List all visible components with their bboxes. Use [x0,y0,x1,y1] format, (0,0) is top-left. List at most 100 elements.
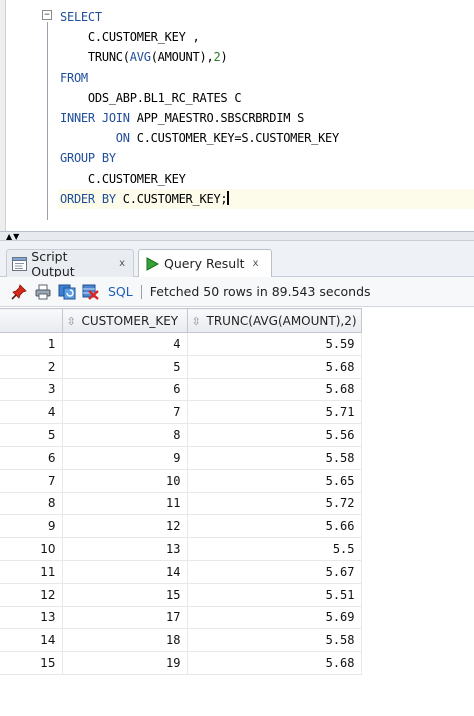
refresh-icon[interactable] [58,283,76,301]
row-number-cell[interactable]: 2 [0,355,63,379]
customer-key-cell[interactable]: 11 [62,492,188,516]
row-number-cell[interactable]: 12 [0,583,63,607]
code-line[interactable]: GROUP BY [58,148,474,168]
row-number-cell[interactable]: 15 [0,651,63,675]
tab-script-output[interactable]: Script Output x [6,248,134,279]
table-row[interactable]: 11 14 5.67 [0,560,362,584]
customer-key-cell[interactable]: 10 [62,469,188,493]
code-line[interactable]: C.CUSTOMER_KEY , [58,27,474,47]
table-row[interactable]: 13 17 5.69 [0,606,362,630]
pane-splitter[interactable]: ▲▼ [0,231,474,241]
code-line[interactable]: FROM [58,68,474,88]
fetch-status: Fetched 50 rows in 89.543 seconds [149,284,371,299]
code-token: AVG [129,50,151,65]
tab-query-result[interactable]: Query Result x [138,249,272,277]
trunc-avg-cell[interactable]: 5.58 [187,628,362,653]
table-row[interactable]: 10 13 5.5 [0,537,362,561]
column-header-customer-key[interactable]: ⇳ CUSTOMER_KEY [61,308,188,333]
trunc-avg-cell[interactable]: 5.5 [187,537,362,561]
code-line[interactable]: C.CUSTOMER_KEY [58,169,474,189]
close-icon[interactable]: x [253,258,259,269]
trunc-avg-cell[interactable]: 5.68 [187,378,362,402]
trunc-avg-cell[interactable]: 5.67 [187,560,362,584]
trunc-avg-cell[interactable]: 5.72 [187,492,362,516]
row-number-cell[interactable]: 13 [0,606,63,630]
row-number-cell[interactable]: 4 [0,400,63,425]
code-line[interactable]: INNER JOIN APP_MAESTRO.SBSCRBRDIM S [58,108,474,128]
delete-icon[interactable] [82,283,100,301]
trunc-avg-cell[interactable]: 5.71 [187,400,362,425]
customer-key-cell[interactable]: 15 [62,583,188,607]
code-line[interactable]: ON C.CUSTOMER_KEY=S.CUSTOMER_KEY [58,128,474,148]
table-row[interactable]: 9 12 5.66 [0,514,362,539]
result-toolbar: SQL Fetched 50 rows in 89.543 seconds [0,277,474,307]
customer-key-cell[interactable]: 7 [62,400,188,425]
trunc-avg-cell[interactable]: 5.56 [187,423,362,447]
result-tab-bar: Script Output x Query Result x [0,241,474,279]
row-number-cell[interactable]: 3 [0,378,63,402]
text-caret [227,190,230,205]
row-number-cell[interactable]: 9 [0,514,63,539]
code-line[interactable]: ODS_ABP.BL1_RC_RATES C [58,88,474,108]
table-row[interactable]: 8 11 5.72 [0,492,362,516]
customer-key-cell[interactable]: 8 [62,423,188,447]
trunc-avg-cell[interactable]: 5.66 [187,514,362,539]
trunc-avg-cell[interactable]: 5.51 [187,583,362,607]
table-row[interactable]: 2 5 5.68 [0,355,362,379]
table-row[interactable]: 14 18 5.58 [0,628,362,653]
toolbar-divider [140,284,142,299]
table-header-row: ⇳ CUSTOMER_KEY ⇳ TRUNC(AVG(AMOUNT),2) [0,308,362,333]
customer-key-cell[interactable]: 19 [62,651,188,675]
row-number-cell[interactable]: 14 [0,628,63,653]
table-row[interactable]: 4 7 5.71 [0,400,362,425]
table-row[interactable]: 12 15 5.51 [0,583,362,607]
splitter-arrows-icon[interactable]: ▲▼ [6,232,20,241]
table-row[interactable]: 6 9 5.58 [0,446,362,470]
query-result-grid[interactable]: ⇳ CUSTOMER_KEY ⇳ TRUNC(AVG(AMOUNT),2) 1 4 5.… [0,308,474,716]
row-number-cell[interactable]: 7 [0,469,63,493]
pin-icon[interactable] [10,283,28,301]
trunc-avg-cell[interactable]: 5.59 [187,332,362,356]
table-row[interactable]: 3 6 5.68 [0,378,362,402]
table-row[interactable]: 7 10 5.65 [0,469,362,493]
script-output-icon [12,256,28,272]
customer-key-cell[interactable]: 12 [62,514,188,539]
trunc-avg-cell[interactable]: 5.58 [187,446,362,470]
table-row[interactable]: 1 4 5.59 [0,332,362,356]
customer-key-cell[interactable]: 6 [62,378,188,402]
row-number-header[interactable] [0,308,63,333]
customer-key-cell[interactable]: 17 [62,606,188,630]
table-row[interactable]: 5 8 5.56 [0,423,362,447]
trunc-avg-cell[interactable]: 5.68 [187,651,362,675]
sort-icon[interactable]: ⇳ [67,315,79,328]
trunc-avg-cell[interactable]: 5.65 [187,469,362,493]
code-token: ORDER BY [60,191,116,206]
table-row[interactable]: 15 19 5.68 [0,651,362,675]
code-area[interactable]: SELECT C.CUSTOMER_KEY , TRUNC(AVG(AMOUNT… [58,7,474,209]
code-line[interactable]: ORDER BY C.CUSTOMER_KEY; [58,188,474,209]
row-number-cell[interactable]: 8 [0,492,63,516]
row-number-cell[interactable]: 6 [0,446,63,470]
row-number-cell[interactable]: 5 [0,423,63,447]
customer-key-cell[interactable]: 14 [62,560,188,584]
customer-key-cell[interactable]: 13 [62,537,188,561]
customer-key-cell[interactable]: 9 [62,446,188,470]
customer-key-cell[interactable]: 4 [62,332,188,356]
fold-toggle-icon[interactable]: − [42,10,52,20]
sql-link[interactable]: SQL [108,284,133,299]
print-icon[interactable] [34,283,52,301]
close-icon[interactable]: x [119,258,125,269]
row-number-cell[interactable]: 1 [0,332,63,356]
tab-script-output-label: Script Output [31,248,75,279]
code-line[interactable]: SELECT [58,7,474,27]
code-line[interactable]: TRUNC(AVG(AMOUNT),2) [58,47,474,67]
trunc-avg-cell[interactable]: 5.68 [187,355,362,379]
customer-key-cell[interactable]: 18 [62,628,188,653]
trunc-avg-cell[interactable]: 5.69 [187,606,362,630]
column-header-trunc-avg[interactable]: ⇳ TRUNC(AVG(AMOUNT),2) [186,308,362,333]
sort-icon[interactable]: ⇳ [192,315,204,328]
row-number-cell[interactable]: 10 [0,537,63,561]
row-number-cell[interactable]: 11 [0,560,63,584]
customer-key-cell[interactable]: 5 [62,355,188,379]
sql-editor[interactable]: − SELECT C.CUSTOMER_KEY , TRUNC(AVG(AMOU… [0,0,474,231]
